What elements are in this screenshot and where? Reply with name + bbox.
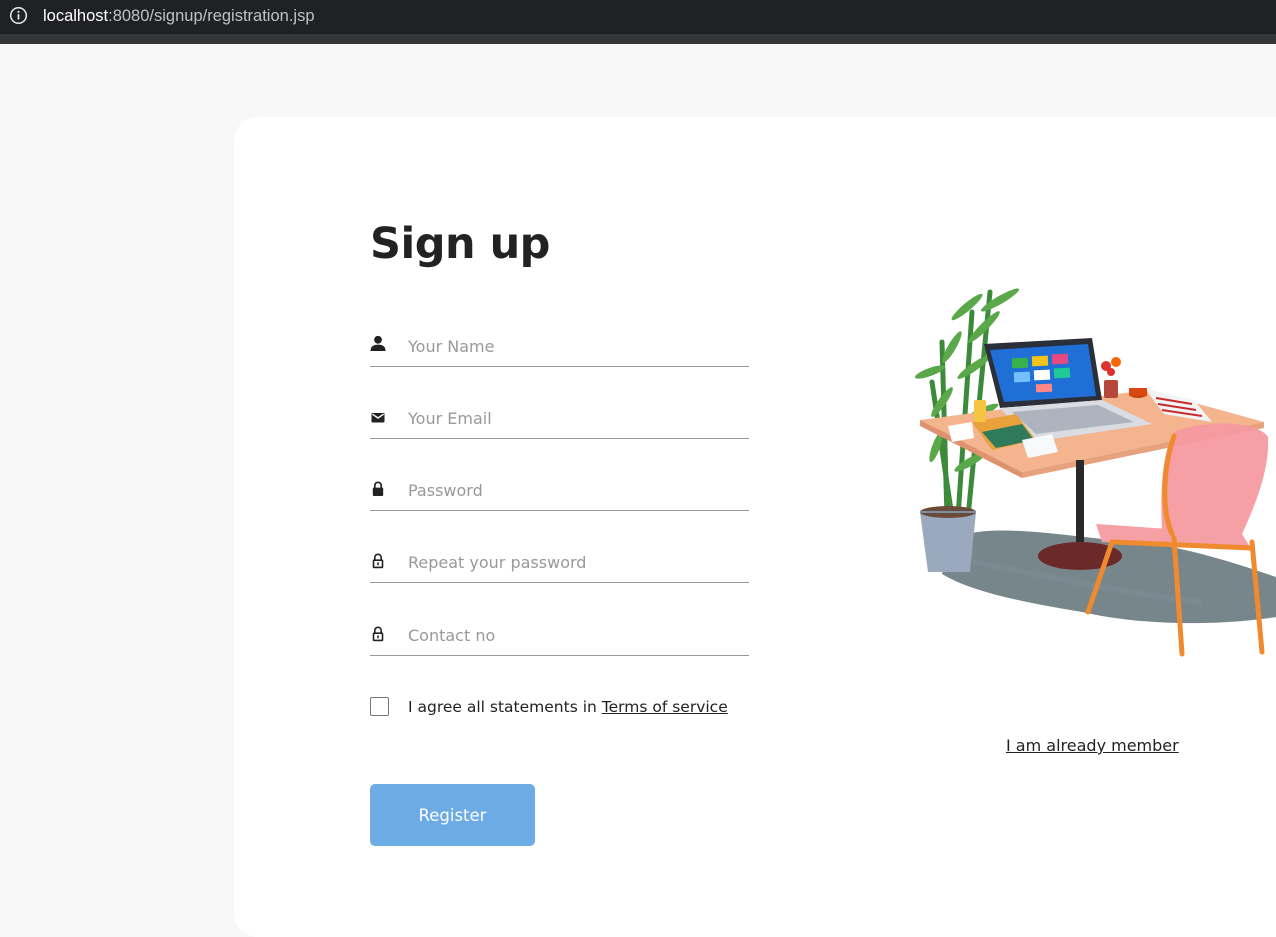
url-host: localhost <box>43 7 109 25</box>
terms-agreement: I agree all statements in Terms of servi… <box>370 694 790 720</box>
page-title: Sign up <box>370 219 550 269</box>
password-field <box>370 471 749 511</box>
email-input[interactable] <box>408 399 743 437</box>
lock-icon <box>372 481 384 496</box>
password-input[interactable] <box>408 471 743 509</box>
name-field <box>370 327 749 367</box>
address-bar[interactable]: localhost:8080/signup/registration.jsp <box>0 0 1276 34</box>
person-icon <box>370 335 386 351</box>
agree-checkbox[interactable] <box>370 697 389 716</box>
lock-outline-icon <box>372 626 384 642</box>
lock-outline-icon <box>372 553 384 569</box>
info-icon[interactable] <box>9 6 28 25</box>
url-path: :8080/signup/registration.jsp <box>108 7 315 25</box>
contact-input[interactable] <box>408 616 743 654</box>
agree-label: I agree all statements in Terms of servi… <box>408 696 728 718</box>
contact-field <box>370 616 749 656</box>
repeat-password-input[interactable] <box>408 543 743 581</box>
register-button[interactable]: Register <box>370 784 535 846</box>
repeat-password-field <box>370 543 749 583</box>
email-icon <box>371 413 385 423</box>
browser-toolbar: localhost:8080/signup/registration.jsp <box>0 0 1276 44</box>
terms-of-service-link[interactable]: Terms of service <box>602 698 728 716</box>
name-input[interactable] <box>408 327 743 365</box>
agree-text: I agree all statements in <box>408 698 602 716</box>
signup-illustration <box>914 288 1276 657</box>
email-field <box>370 399 749 439</box>
already-member-link[interactable]: I am already member <box>1006 735 1179 757</box>
url-text[interactable]: localhost:8080/signup/registration.jsp <box>43 5 315 27</box>
